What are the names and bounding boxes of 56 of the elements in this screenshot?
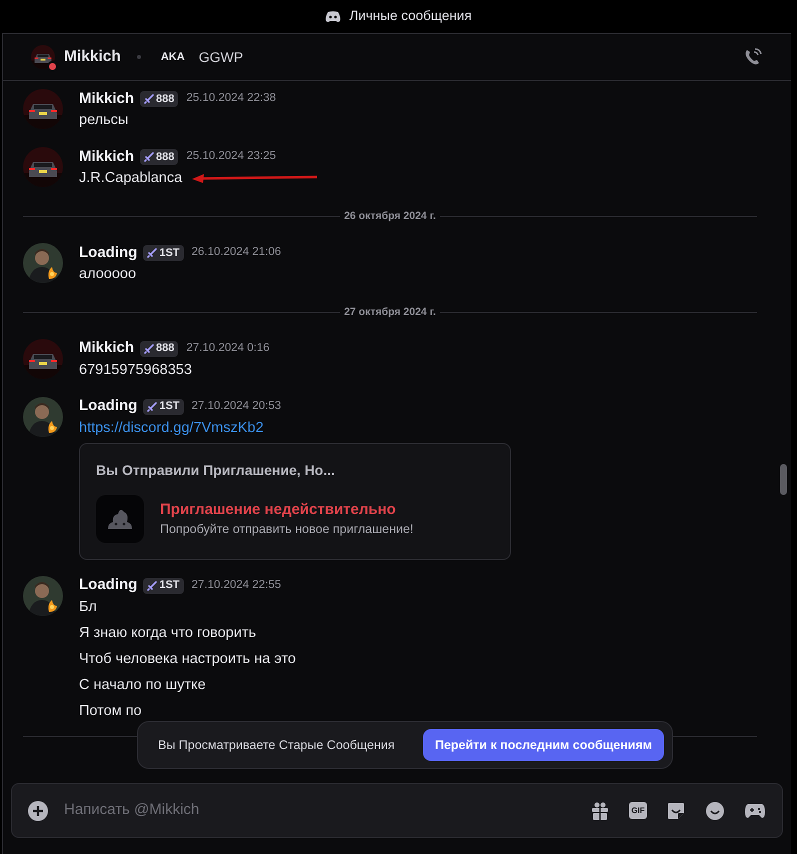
sword-icon: [147, 402, 158, 412]
gif-button[interactable]: GIF: [629, 802, 647, 819]
clan-badge: 1ST: [143, 398, 184, 414]
message-text: С начало по шутке: [79, 676, 206, 694]
clan-badge: 888: [140, 149, 178, 165]
plus-icon[interactable]: [28, 800, 48, 820]
sticker-icon[interactable]: [666, 800, 686, 820]
message-text: Я знаю когда что говорить: [79, 624, 256, 642]
sword-icon: [147, 580, 158, 590]
banner-text: Вы Просматриваете Старые Сообщения: [158, 736, 395, 754]
chat-name: Mikkich: [64, 47, 121, 68]
gift-icon[interactable]: [590, 800, 610, 820]
message-time: 25.10.2024 23:25: [186, 149, 276, 164]
sword-icon: [144, 344, 154, 354]
message-time: 27.10.2024 20:53: [192, 398, 282, 414]
clan-badge: 1ST: [143, 244, 184, 261]
author-name[interactable]: Mikkich: [79, 88, 134, 110]
message-time: 27.10.2024 0:16: [186, 340, 270, 356]
message-text: Бл: [79, 598, 97, 616]
message-text: алооооо: [79, 264, 136, 284]
message-text: 67915975968353: [79, 360, 192, 380]
date-divider: 27 октября 2024 г.: [343, 304, 437, 320]
message-time: 27.10.2024 22:55: [192, 578, 282, 593]
smiley-icon[interactable]: [705, 800, 725, 820]
message-text: Потом по: [79, 702, 142, 720]
sad-blob-icon: [96, 494, 144, 542]
author-name[interactable]: Loading: [79, 574, 138, 597]
aka-name: GGWP: [198, 48, 244, 66]
phone-call-icon[interactable]: [743, 47, 763, 67]
message-time: 26.10.2024 21:06: [192, 245, 282, 260]
author-name[interactable]: Mikkich: [79, 146, 134, 168]
author-name[interactable]: Loading: [79, 395, 138, 418]
sword-icon: [144, 152, 154, 162]
window-title: Личные сообщения: [349, 7, 472, 26]
gamepad-logo-icon: [325, 10, 342, 22]
author-name[interactable]: Loading: [79, 242, 138, 264]
clan-badge: 1ST: [143, 578, 184, 594]
invite-link[interactable]: https://discord.gg/7VmszKb2: [79, 416, 511, 438]
invite-card-title: Вы Отправили Приглашение, Но...: [96, 460, 336, 480]
message-input[interactable]: Написать @Mikkich GIF: [11, 783, 783, 838]
jump-to-present-button[interactable]: Перейти к последним сообщениям: [422, 729, 664, 761]
sword-icon: [144, 94, 154, 104]
message-text: Чтоб человека настроить на это: [79, 650, 296, 668]
scrollbar-thumb[interactable]: [780, 464, 787, 495]
message-text: J.R.Capablanca: [79, 169, 182, 188]
date-divider: 26 октября 2024 г.: [343, 209, 437, 224]
gamepad-icon[interactable]: [744, 802, 766, 820]
author-name[interactable]: Mikkich: [79, 337, 134, 360]
message-time: 25.10.2024 22:38: [186, 91, 276, 106]
invite-hint: Попробуйте отправить новое приглашение!: [160, 520, 414, 538]
clan-badge: 888: [140, 340, 178, 356]
clan-badge: 888: [140, 91, 178, 107]
message-text: рельсы: [79, 111, 128, 130]
aka-label: AKA: [160, 50, 185, 65]
invite-error: Приглашение недействительно: [160, 500, 397, 520]
sword-icon: [147, 248, 158, 258]
